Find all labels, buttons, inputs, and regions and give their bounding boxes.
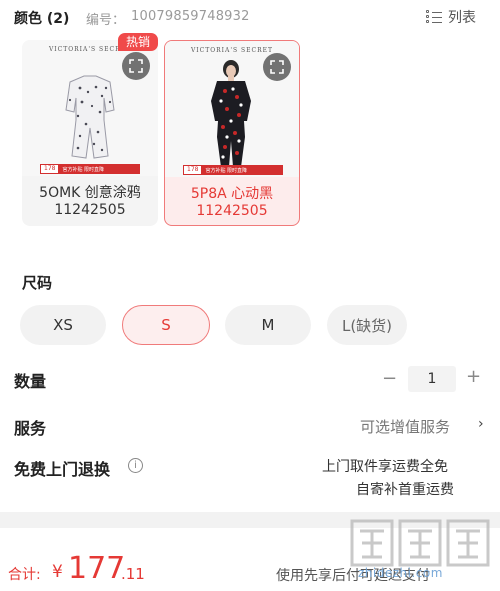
- free-return-pickup-text: 上门取件享运费全免: [322, 459, 448, 475]
- list-view-toggle[interactable]: 列表: [426, 6, 488, 28]
- promo-strip: 178 官方补贴 限时直降: [183, 165, 283, 175]
- promo-text: 官方补贴 限时直降: [205, 167, 248, 174]
- expand-icon: [270, 60, 284, 74]
- sku-number: 10079859748932: [131, 9, 250, 24]
- expand-image-button[interactable]: [263, 53, 291, 81]
- promo-strip: 178 官方补贴 限时直降: [40, 164, 140, 174]
- free-return-self-ship-text: 自寄补首重运费: [356, 482, 454, 498]
- color-code: 11242505: [54, 202, 126, 218]
- color-name: 5P8A 心动黑: [190, 186, 274, 202]
- total-label: 合计:: [8, 567, 41, 583]
- size-option-l-out-of-stock[interactable]: L(缺货): [327, 305, 407, 345]
- quantity-decrease-button[interactable]: −: [382, 368, 397, 389]
- total-price-decimal: .11: [121, 565, 145, 583]
- size-option-m[interactable]: M: [225, 305, 311, 345]
- promo-price: 178: [41, 165, 59, 173]
- watermark-url: zhidezhi.com: [358, 566, 443, 580]
- list-view-label: 列表: [448, 10, 476, 26]
- chevron-right-icon[interactable]: ›: [478, 416, 484, 432]
- list-icon: [426, 10, 442, 24]
- size-option-xs[interactable]: XS: [20, 305, 106, 345]
- service-label: 服务: [14, 419, 47, 438]
- free-return-label: 免费上门退换: [14, 460, 111, 479]
- color-section-title: 颜色 (2): [14, 11, 70, 27]
- color-code: 11242505: [196, 203, 268, 219]
- color-header: 颜色 (2) 编号： 10079859748932 列表: [0, 0, 500, 34]
- color-name: 5OMK 创意涂鸦: [39, 185, 141, 201]
- section-divider: [0, 512, 500, 528]
- quantity-input[interactable]: 1: [408, 366, 456, 392]
- service-option-link[interactable]: 可选增值服务: [360, 416, 450, 437]
- promo-text: 官方补贴 限时直降: [62, 166, 105, 173]
- quantity-increase-button[interactable]: +: [466, 366, 481, 387]
- currency-symbol: ¥: [52, 562, 63, 582]
- color-option-card[interactable]: VICTORIA'S SECRET 178 官方补贴 限时直降 5OMK 创意涂…: [22, 40, 158, 226]
- hot-sale-badge: 热销: [118, 33, 158, 51]
- expand-image-button[interactable]: [122, 52, 150, 80]
- expand-icon: [129, 59, 143, 73]
- sku-label: 编号：: [86, 13, 126, 28]
- color-option-card-selected[interactable]: VICTORIA'S SECRET 178 官方补贴 限时直降 5P8A 心动黑…: [164, 40, 300, 226]
- promo-price: 178: [184, 166, 202, 174]
- quantity-label: 数量: [14, 372, 47, 391]
- size-section-title: 尺码: [22, 274, 53, 292]
- info-icon[interactable]: i: [128, 458, 143, 473]
- total-price-integer: 177: [68, 551, 126, 586]
- size-option-s[interactable]: S: [122, 305, 210, 345]
